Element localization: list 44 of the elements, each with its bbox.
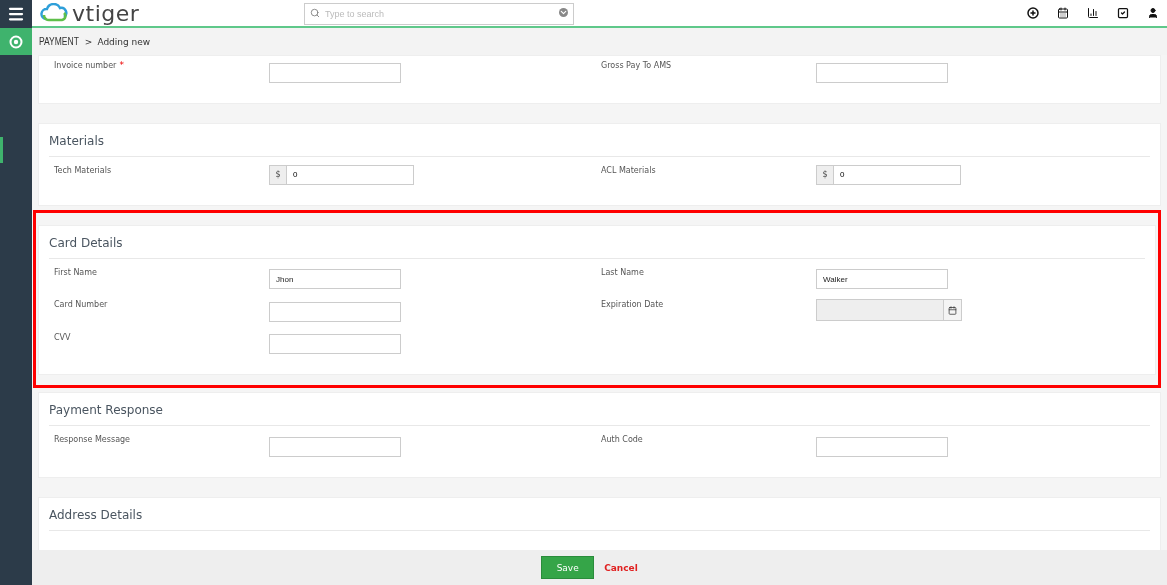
text-field[interactable] [269, 62, 401, 83]
currency-sign: $ [816, 164, 833, 185]
dropdown-icon[interactable] [559, 8, 568, 17]
text-field[interactable] [816, 62, 948, 83]
text-field[interactable] [269, 334, 401, 354]
text-field[interactable]: Jhon [269, 269, 401, 289]
field-label: Response Message [53, 434, 131, 446]
currency-sign: $ [269, 164, 286, 185]
field-label: Last Name [600, 266, 644, 279]
field-label: Expiration Date [600, 299, 664, 311]
field-label: Card Number [53, 299, 108, 311]
currency-field[interactable]: 0 [833, 164, 961, 185]
field-label: ACL Materials [600, 164, 656, 177]
calendar-icon[interactable] [1055, 7, 1071, 19]
field-label: Auth Code [600, 434, 643, 446]
text-field[interactable] [816, 436, 948, 457]
search-icon [310, 8, 320, 18]
bar-chart-icon[interactable] [1085, 7, 1101, 19]
field-label: Invoice number [53, 60, 117, 72]
calendar-button[interactable] [944, 299, 962, 321]
date-field[interactable] [816, 299, 944, 321]
cloud-logo-icon [40, 3, 70, 23]
currency-field[interactable]: 0 [286, 164, 414, 185]
calendar-icon [948, 305, 957, 315]
field-label: Tech Materials [53, 164, 112, 177]
text-field[interactable] [269, 436, 401, 457]
field-label: First Name [53, 266, 97, 279]
checkbox-icon[interactable] [1115, 7, 1131, 19]
section-title: Materials [49, 127, 1150, 157]
breadcrumb-separator: > [84, 36, 93, 47]
field-label: CVV [53, 331, 71, 344]
logo-text: vtiger [72, 0, 140, 26]
section-title: Address Details [49, 501, 1150, 531]
field-label: Gross Pay To AMS [600, 60, 672, 72]
cancel-link[interactable]: Cancel [604, 562, 638, 573]
section-title: Payment Response [49, 397, 1150, 426]
section-title: Card Details [49, 229, 1145, 259]
required-mark: * [119, 60, 124, 72]
page-title: Adding new [97, 36, 151, 47]
module-name[interactable]: PAYMENT [39, 36, 79, 47]
text-field[interactable]: Walker [816, 269, 948, 289]
text-field[interactable] [269, 301, 401, 322]
add-icon[interactable] [1025, 7, 1041, 19]
search-field[interactable]: Type to search [304, 3, 574, 25]
